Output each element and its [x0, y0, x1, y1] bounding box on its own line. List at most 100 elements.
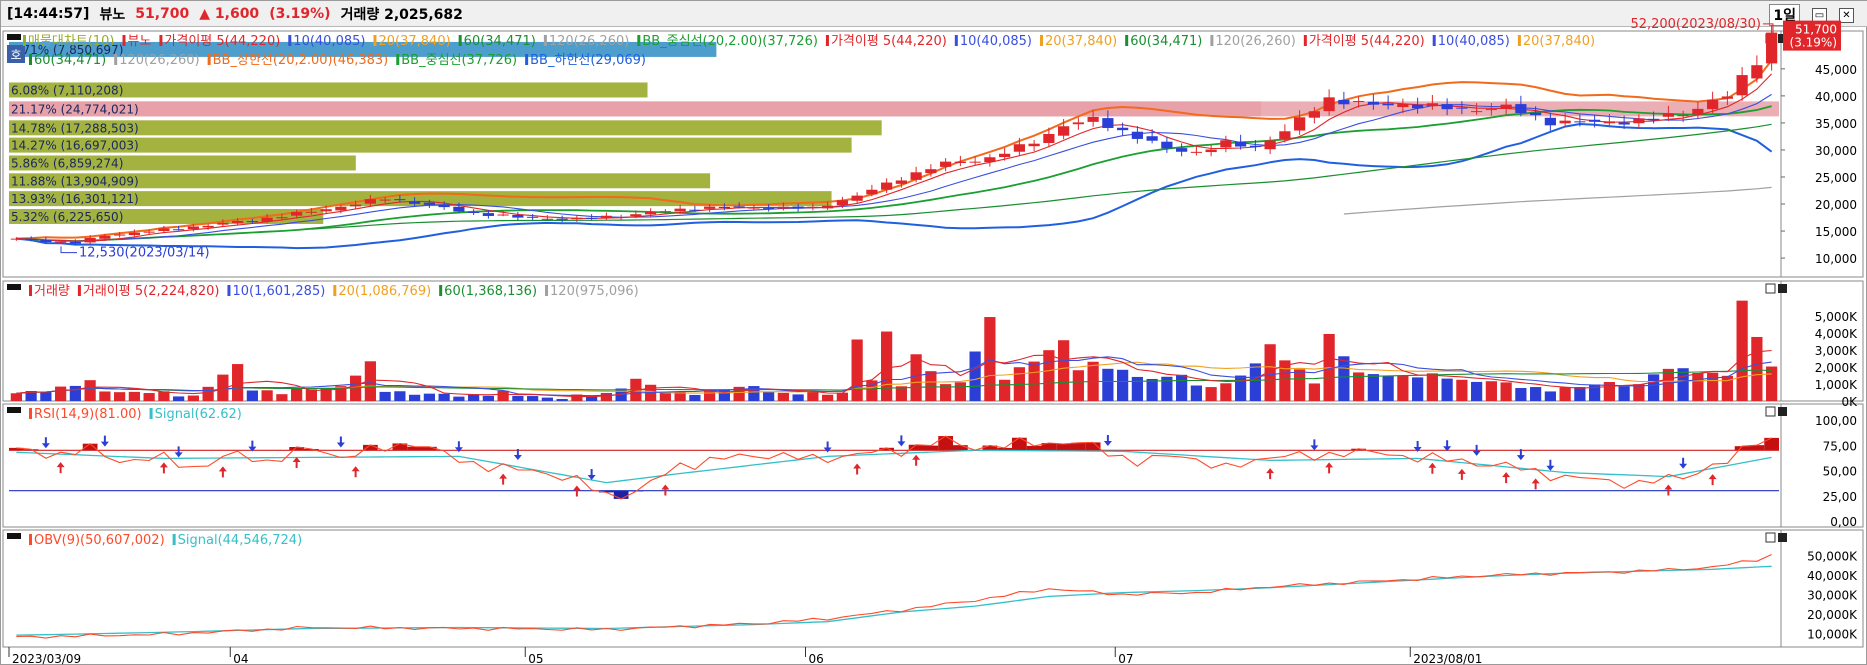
candle-body: [1294, 117, 1306, 131]
x-axis-tick: 06: [809, 652, 824, 665]
volume_panel-legend-swatch: [439, 285, 443, 296]
candle-body: [659, 211, 671, 213]
candle-body: [556, 218, 568, 220]
candle-body: [895, 180, 907, 184]
candle-body: [1264, 140, 1276, 150]
candle-body: [1235, 141, 1247, 147]
volume-bar: [1338, 356, 1350, 401]
rsi-overbought-fill: [1071, 442, 1086, 451]
price-axis-tick: 15,000: [1815, 225, 1857, 239]
candle-body: [232, 220, 244, 224]
candle-body: [1677, 115, 1689, 117]
volume-bar: [1736, 300, 1748, 401]
price-legend-swatch: [637, 35, 641, 46]
volume-bar: [792, 394, 804, 401]
volume-bar: [1028, 361, 1040, 401]
candle-body: [114, 234, 126, 236]
candle-body: [645, 211, 657, 215]
volume-bar: [1441, 378, 1453, 401]
candle-body: [350, 204, 362, 207]
candle-body: [202, 225, 214, 228]
volume-bar: [969, 351, 981, 401]
candle-body: [364, 199, 376, 204]
candle-body: [571, 217, 583, 220]
price-legend-item: BB_중심선(20,2.00)(37,726): [642, 34, 818, 49]
price-legend-swatch: [954, 35, 958, 46]
volume_panel-legend-item: 10(1,601,285): [232, 284, 325, 299]
price-legend-swatch: [288, 35, 292, 46]
candle-body: [173, 229, 185, 231]
candle-body: [1058, 126, 1070, 136]
candle-body: [99, 235, 111, 239]
volume-profile-label: 13.93% (16,301,121): [11, 192, 139, 206]
candle-body: [1766, 32, 1778, 64]
candle-body: [1176, 148, 1188, 152]
candle-body: [40, 239, 52, 243]
candle-body: [674, 208, 686, 212]
panel-handle-icon: [7, 284, 21, 290]
volume-profile-label: 11.88% (13,904,909): [11, 174, 139, 188]
panel-handle-icon: [7, 533, 21, 539]
chart-canvas[interactable]: 6.71% (7,850,697)6.08% (7,110,208)21.17%…: [1, 1, 1867, 665]
candle-body: [1426, 103, 1438, 107]
rsi-overbought-fill: [923, 445, 939, 451]
candle-body: [1736, 75, 1748, 96]
volume-bar: [1397, 375, 1409, 401]
rsi-overbought-fill: [1026, 445, 1042, 451]
candle-body: [320, 209, 332, 212]
candle-body: [187, 226, 199, 230]
candle-body: [851, 195, 863, 201]
price2-legend-item: 60(34,471): [34, 53, 106, 68]
volume-bar: [1544, 391, 1556, 401]
price-legend-swatch: [373, 35, 377, 46]
candle-body: [468, 211, 480, 213]
volume-bar: [143, 393, 155, 401]
candle-body: [1648, 118, 1660, 120]
candle-body: [1544, 117, 1556, 126]
volume-axis-tick: 1,000K: [1815, 378, 1858, 392]
volume_panel-legend-item: 120(975,096): [550, 284, 639, 299]
volume-bar: [1677, 368, 1689, 401]
volume_panel-legend-swatch: [77, 285, 81, 296]
candle-body: [527, 216, 539, 218]
volume-bar: [807, 391, 819, 401]
price-legend-item: 20(37,840): [378, 34, 450, 49]
volume-bar: [276, 394, 288, 401]
candle-body: [217, 222, 229, 225]
candle-body: [925, 169, 937, 174]
rsi_panel-legend-swatch: [149, 408, 153, 419]
price-axis-tick: 35,000: [1815, 117, 1857, 131]
candle-body: [1131, 131, 1143, 139]
panel-close-icon: [1778, 533, 1787, 542]
corner-badge-label: 호: [10, 48, 21, 62]
volume-bar: [1176, 374, 1188, 401]
volume-bar: [1190, 385, 1202, 401]
x-axis-tick: 04: [233, 652, 248, 665]
obv_panel-legend-item: OBV(9)(50,607,002): [34, 533, 165, 548]
volume-bar: [1515, 388, 1527, 401]
volume-bar: [1574, 387, 1586, 401]
rsi_panel-legend-swatch: [29, 408, 32, 419]
volume-bar: [379, 391, 391, 401]
volume-bar: [1456, 379, 1468, 401]
price-legend-item: 매물대차트(10): [28, 34, 115, 49]
rsi-axis-tick: 100,00: [1815, 414, 1857, 428]
volume-bar: [1072, 370, 1084, 401]
candle-body: [423, 202, 435, 205]
volume_panel-legend-item: 거래이평 5(2,224,820): [83, 284, 220, 299]
candle-body: [1471, 111, 1483, 113]
volume-bar: [925, 371, 937, 401]
volume-bar: [556, 399, 568, 401]
price-legend-item: 60(34,471): [464, 34, 536, 49]
candle-body: [733, 206, 745, 208]
volume-profile-label: 6.08% (7,110,208): [11, 83, 123, 97]
obv_panel-legend-item: Signal(44,546,724): [178, 533, 303, 548]
candle-body: [954, 161, 966, 164]
candle-body: [261, 217, 273, 222]
volume-bar: [423, 393, 435, 401]
volume-bar: [1707, 372, 1719, 401]
candle-body: [1618, 122, 1630, 125]
price2-legend-swatch: [396, 54, 400, 65]
x-axis-tick: 05: [528, 652, 543, 665]
price-axis-tick: 45,000: [1815, 63, 1857, 77]
